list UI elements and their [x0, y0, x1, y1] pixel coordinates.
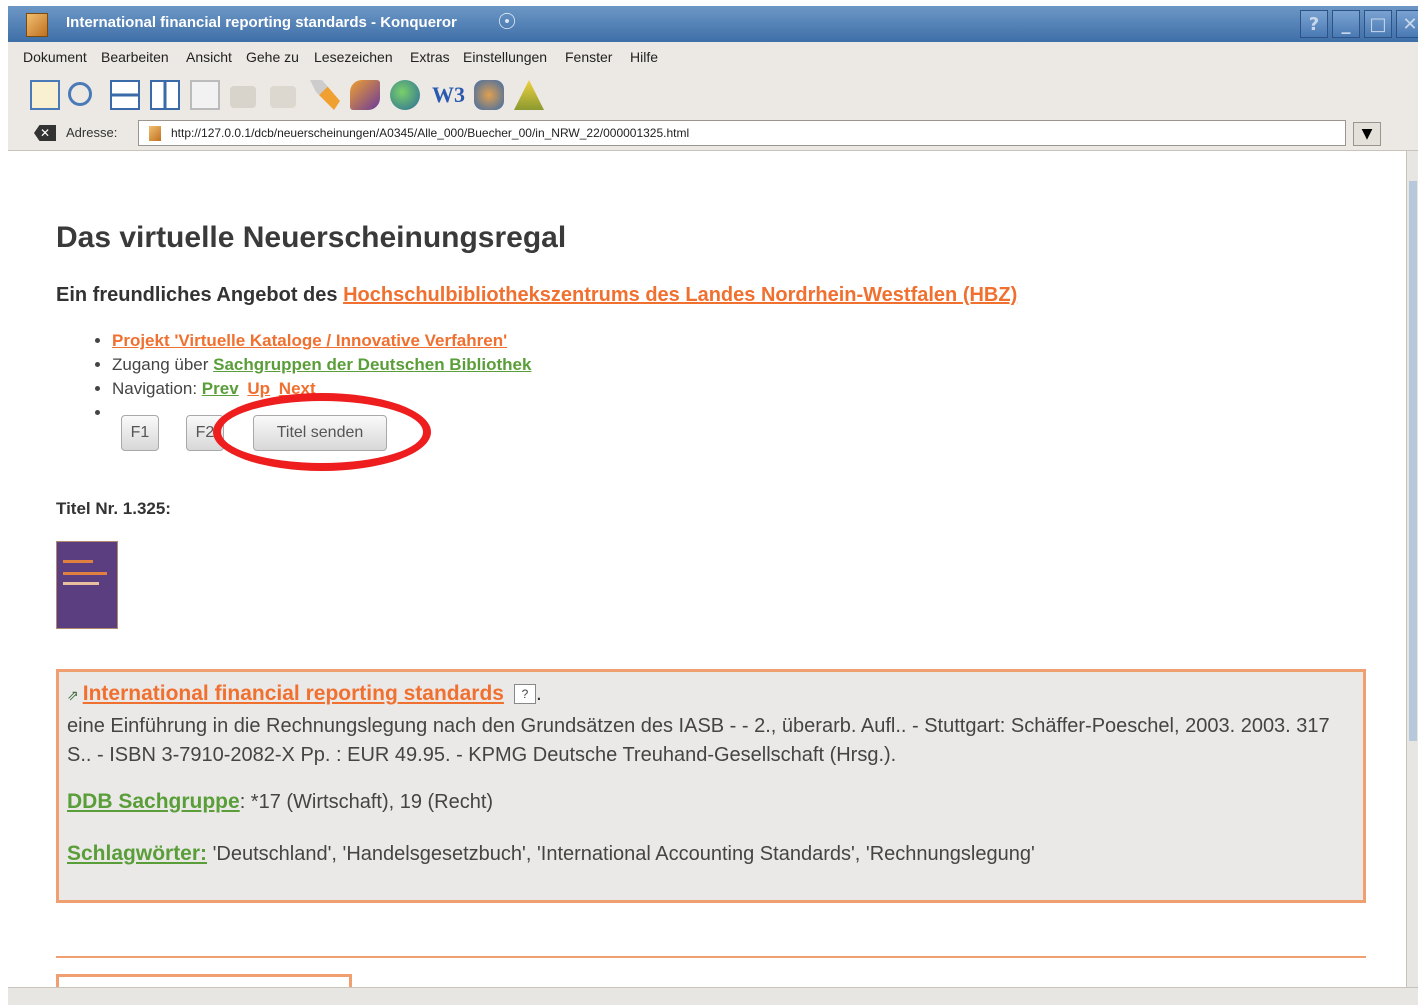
zugang-prefix: Zugang über	[112, 355, 214, 374]
frame-icon[interactable]	[190, 80, 220, 110]
ddb-sachgruppe-line: DDB Sachgruppe: *17 (Wirtschaft), 19 (Re…	[67, 790, 493, 814]
sachgruppen-link[interactable]: Sachgruppen der Deutschen Bibliothek	[213, 355, 531, 374]
menu-ansicht[interactable]: Ansicht	[186, 49, 232, 65]
menu-fenster[interactable]: Fenster	[565, 49, 612, 65]
history-dropdown-icon[interactable]: ▼	[1353, 122, 1381, 146]
sticky-icon[interactable]: ☉	[493, 9, 521, 37]
menu-hilfe[interactable]: Hilfe	[630, 49, 658, 65]
prev-link[interactable]: Prev	[202, 379, 239, 398]
address-bar: ✕ Adresse: http://127.0.0.1/dcb/neuersch…	[8, 116, 1418, 151]
split-horizontal-icon[interactable]	[110, 80, 140, 110]
split-vertical-icon[interactable]	[150, 80, 180, 110]
w3c-validator-icon[interactable]: W3	[432, 80, 465, 110]
page-title: Das virtuelle Neuerscheinungsregal	[56, 221, 567, 254]
link-disabled-icon	[270, 86, 296, 108]
bell-icon[interactable]	[514, 80, 544, 110]
f1-button[interactable]: F1	[121, 415, 159, 451]
menu-bearbeiten[interactable]: Bearbeiten	[101, 49, 169, 65]
title-bar[interactable]: International financial reporting standa…	[8, 6, 1418, 42]
schlagwoerter-link[interactable]: Schlagwörter:	[67, 842, 207, 865]
page-content: Das virtuelle Neuerscheinungsregal Ein f…	[8, 151, 1406, 987]
toolbar: W3	[8, 72, 1418, 117]
wrench-icon[interactable]	[310, 80, 340, 110]
translate-icon[interactable]	[474, 80, 504, 110]
scrollbar-thumb[interactable]	[1409, 181, 1417, 741]
minimize-button[interactable]: _	[1332, 10, 1360, 38]
menu-extras[interactable]: Extras	[410, 49, 450, 65]
find-icon[interactable]	[68, 82, 92, 106]
title-record: ⇗ International financial reporting stand…	[56, 669, 1366, 903]
ddb-sachgruppe-link[interactable]: DDB Sachgruppe	[67, 790, 240, 813]
schlagwoerter-value: 'Deutschland', 'Handelsgesetzbuch', 'Int…	[207, 843, 1035, 865]
view-icon[interactable]	[30, 80, 60, 110]
divider	[56, 956, 1366, 958]
nav-item-projekt: Projekt 'Virtuelle Kataloge / Innovative…	[112, 329, 531, 353]
browser-window: International financial reporting standa…	[8, 6, 1418, 1005]
book-cover-image[interactable]	[56, 541, 118, 629]
ddb-sachgruppe-value: : *17 (Wirtschaft), 19 (Recht)	[239, 791, 494, 813]
image-disabled-icon	[230, 86, 256, 108]
url-text[interactable]: http://127.0.0.1/dcb/neuerscheinungen/A0…	[171, 126, 689, 140]
menu-bar: Dokument Bearbeiten Ansicht Gehe zu Lese…	[8, 42, 1418, 72]
address-field[interactable]: http://127.0.0.1/dcb/neuerscheinungen/A0…	[138, 120, 1346, 146]
external-link-icon[interactable]: ⇗	[67, 687, 79, 703]
close-button[interactable]: ✕	[1396, 10, 1418, 38]
cover-stripe	[63, 560, 93, 563]
window-title: International financial reporting standa…	[66, 14, 457, 31]
subtitle: Ein freundliches Angebot des Hochschulbi…	[56, 284, 1017, 307]
menu-gehe-zu[interactable]: Gehe zu	[246, 49, 299, 65]
help-button[interactable]: ?	[1300, 10, 1328, 38]
status-bar	[8, 987, 1418, 1005]
menu-lesezeichen[interactable]: Lesezeichen	[314, 49, 393, 65]
maximize-button[interactable]: □	[1364, 10, 1392, 38]
clear-location-icon[interactable]: ✕	[34, 125, 56, 141]
titel-number: Titel Nr. 1.325:	[56, 499, 171, 518]
tools-icon[interactable]	[350, 80, 380, 110]
nav-item-zugang: Zugang über Sachgruppen der Deutschen Bi…	[112, 353, 531, 377]
record-title-link[interactable]: International financial reporting standa…	[83, 682, 504, 705]
record-description: eine Einführung in die Rechnungslegung n…	[67, 715, 1330, 766]
hbz-link[interactable]: Hochschulbibliothekszentrums des Landes …	[343, 284, 1017, 306]
record-title-period: .	[535, 682, 542, 705]
address-label: Adresse:	[66, 125, 118, 140]
globe-icon[interactable]	[390, 80, 420, 110]
menu-einstellungen[interactable]: Einstellungen	[463, 49, 547, 65]
konqueror-app-icon[interactable]	[26, 13, 48, 37]
projekt-link[interactable]: Projekt 'Virtuelle Kataloge / Innovative…	[112, 331, 507, 350]
help-icon[interactable]: ?	[513, 684, 536, 705]
up-link[interactable]: Up	[247, 379, 270, 398]
record-title-line: ⇗ International financial reporting stand…	[67, 682, 542, 706]
cover-stripe	[63, 582, 99, 585]
next-record-box	[56, 974, 352, 987]
schlagwoerter-line: Schlagwörter: 'Deutschland', 'Handelsges…	[67, 842, 1035, 866]
highlight-annotation-ring	[213, 393, 431, 471]
page-favicon	[149, 126, 161, 141]
vertical-scrollbar[interactable]	[1406, 151, 1418, 987]
navigation-prefix: Navigation:	[112, 379, 202, 398]
menu-dokument[interactable]: Dokument	[23, 49, 87, 65]
cover-stripe	[63, 572, 107, 575]
subtitle-prefix: Ein freundliches Angebot des	[56, 284, 344, 306]
